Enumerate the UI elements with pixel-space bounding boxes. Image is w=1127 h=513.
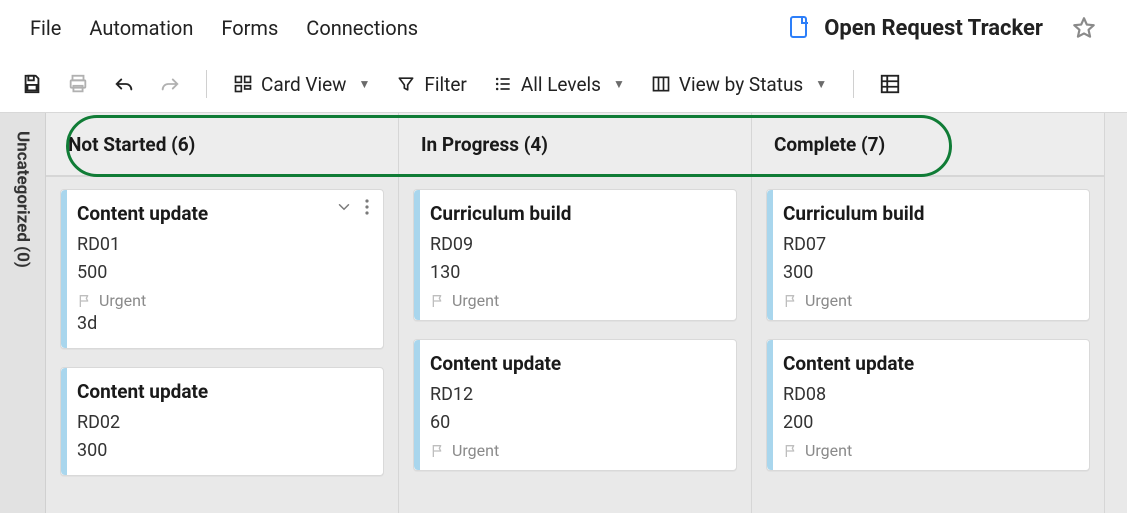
grid-view-button[interactable] bbox=[874, 68, 906, 100]
card-flag-row: Urgent bbox=[77, 291, 369, 310]
chevron-down-icon: ▼ bbox=[815, 77, 827, 91]
levels-icon bbox=[493, 74, 513, 94]
card-flag-label: Urgent bbox=[805, 291, 852, 310]
favorite-star-button[interactable] bbox=[1071, 15, 1097, 41]
card[interactable]: Content update RD01500 Urgent3d bbox=[60, 189, 384, 349]
card-title: Curriculum build bbox=[430, 202, 722, 225]
undo-button[interactable] bbox=[108, 68, 140, 100]
card-number: 500 bbox=[77, 259, 369, 287]
card-extra: 3d bbox=[77, 310, 369, 338]
uncategorized-label: Uncategorized (0) bbox=[13, 131, 33, 268]
card-view-icon bbox=[233, 74, 253, 94]
menu-file[interactable]: File bbox=[30, 16, 61, 40]
filter-label: Filter bbox=[424, 73, 466, 96]
card-flag-label: Urgent bbox=[805, 441, 852, 460]
card-title: Content update bbox=[77, 380, 369, 403]
card-flag-row: Urgent bbox=[430, 291, 722, 310]
save-button[interactable] bbox=[16, 68, 48, 100]
card-flag-row: Urgent bbox=[783, 291, 1075, 310]
flag-icon bbox=[430, 293, 446, 309]
flag-icon bbox=[430, 443, 446, 459]
menu-forms[interactable]: Forms bbox=[221, 16, 278, 40]
card[interactable]: Content update RD08200 Urgent bbox=[766, 339, 1090, 471]
document-title-group: Open Request Tracker bbox=[788, 15, 1043, 41]
column-header[interactable]: Not Started (6) bbox=[46, 113, 399, 177]
column-header[interactable]: Complete (7) bbox=[752, 113, 1105, 177]
document-title: Open Request Tracker bbox=[824, 16, 1043, 41]
card-title: Content update bbox=[77, 202, 369, 225]
toolbar-separator bbox=[853, 70, 854, 98]
board-column: Not Started (6) Content update RD01500 Urge… bbox=[46, 113, 399, 513]
card[interactable]: Content update RD02300 bbox=[60, 367, 384, 476]
card-number: 300 bbox=[783, 259, 1075, 287]
card-title: Content update bbox=[430, 352, 722, 375]
menubar: File Automation Forms Connections Open R… bbox=[0, 0, 1127, 56]
column-header[interactable]: In Progress (4) bbox=[399, 113, 752, 177]
chevron-down-icon: ▼ bbox=[358, 77, 370, 91]
card-number: 300 bbox=[77, 437, 369, 465]
card[interactable]: Curriculum build RD07300 Urgent bbox=[766, 189, 1090, 321]
card-id: RD07 bbox=[783, 231, 1075, 259]
card-flag-label: Urgent bbox=[452, 441, 499, 460]
column-body: Content updateRD01500Urgent3dContent upd… bbox=[46, 177, 399, 513]
column-body: Curriculum buildRD09130UrgentContent upd… bbox=[399, 177, 752, 513]
card-flag-label: Urgent bbox=[99, 291, 146, 310]
card-menu-button[interactable] bbox=[359, 198, 375, 216]
card-id: RD02 bbox=[77, 409, 369, 437]
card[interactable]: Curriculum build RD09130 Urgent bbox=[413, 189, 737, 321]
card-title: Content update bbox=[783, 352, 1075, 375]
sheet-icon bbox=[788, 15, 812, 41]
card-flag-row: Urgent bbox=[783, 441, 1075, 460]
card-number: 60 bbox=[430, 409, 722, 437]
card[interactable]: Content update RD1260 Urgent bbox=[413, 339, 737, 471]
board-area: Uncategorized (0) Not Started (6) Content… bbox=[0, 112, 1127, 513]
card-view-label: Card View bbox=[261, 73, 346, 96]
card-id: RD12 bbox=[430, 381, 722, 409]
card-id: RD08 bbox=[783, 381, 1075, 409]
print-button bbox=[62, 68, 94, 100]
flag-icon bbox=[783, 443, 799, 459]
card-view-dropdown[interactable]: Card View ▼ bbox=[227, 69, 376, 100]
card-id: RD01 bbox=[77, 231, 369, 259]
menu-connections[interactable]: Connections bbox=[306, 16, 418, 40]
flag-icon bbox=[77, 293, 93, 309]
card-number: 200 bbox=[783, 409, 1075, 437]
chevron-down-icon: ▼ bbox=[613, 77, 625, 91]
card-expand-button[interactable] bbox=[335, 198, 353, 216]
board-column: In Progress (4) Curriculum build RD09130 Ur… bbox=[399, 113, 752, 513]
all-levels-label: All Levels bbox=[521, 73, 601, 96]
filter-button[interactable]: Filter bbox=[390, 69, 472, 100]
board-columns: Not Started (6) Content update RD01500 Urge… bbox=[46, 113, 1127, 513]
board-column: Complete (7) Curriculum build RD07300 Urgen… bbox=[752, 113, 1105, 513]
card-title: Curriculum build bbox=[783, 202, 1075, 225]
flag-icon bbox=[783, 293, 799, 309]
toolbar-separator bbox=[206, 70, 207, 98]
card-flag-row: Urgent bbox=[430, 441, 722, 460]
view-by-status-dropdown[interactable]: View by Status ▼ bbox=[645, 69, 833, 100]
card-id: RD09 bbox=[430, 231, 722, 259]
card-number: 130 bbox=[430, 259, 722, 287]
redo-button bbox=[154, 68, 186, 100]
column-body: Curriculum buildRD07300UrgentContent upd… bbox=[752, 177, 1105, 513]
view-by-label: View by Status bbox=[679, 73, 803, 96]
menu-automation[interactable]: Automation bbox=[89, 16, 193, 40]
all-levels-dropdown[interactable]: All Levels ▼ bbox=[487, 69, 631, 100]
toolbar: Card View ▼ Filter All Levels ▼ View by … bbox=[0, 56, 1127, 112]
columns-icon bbox=[651, 74, 671, 94]
filter-icon bbox=[396, 74, 416, 94]
uncategorized-tab[interactable]: Uncategorized (0) bbox=[0, 113, 46, 513]
card-flag-label: Urgent bbox=[452, 291, 499, 310]
